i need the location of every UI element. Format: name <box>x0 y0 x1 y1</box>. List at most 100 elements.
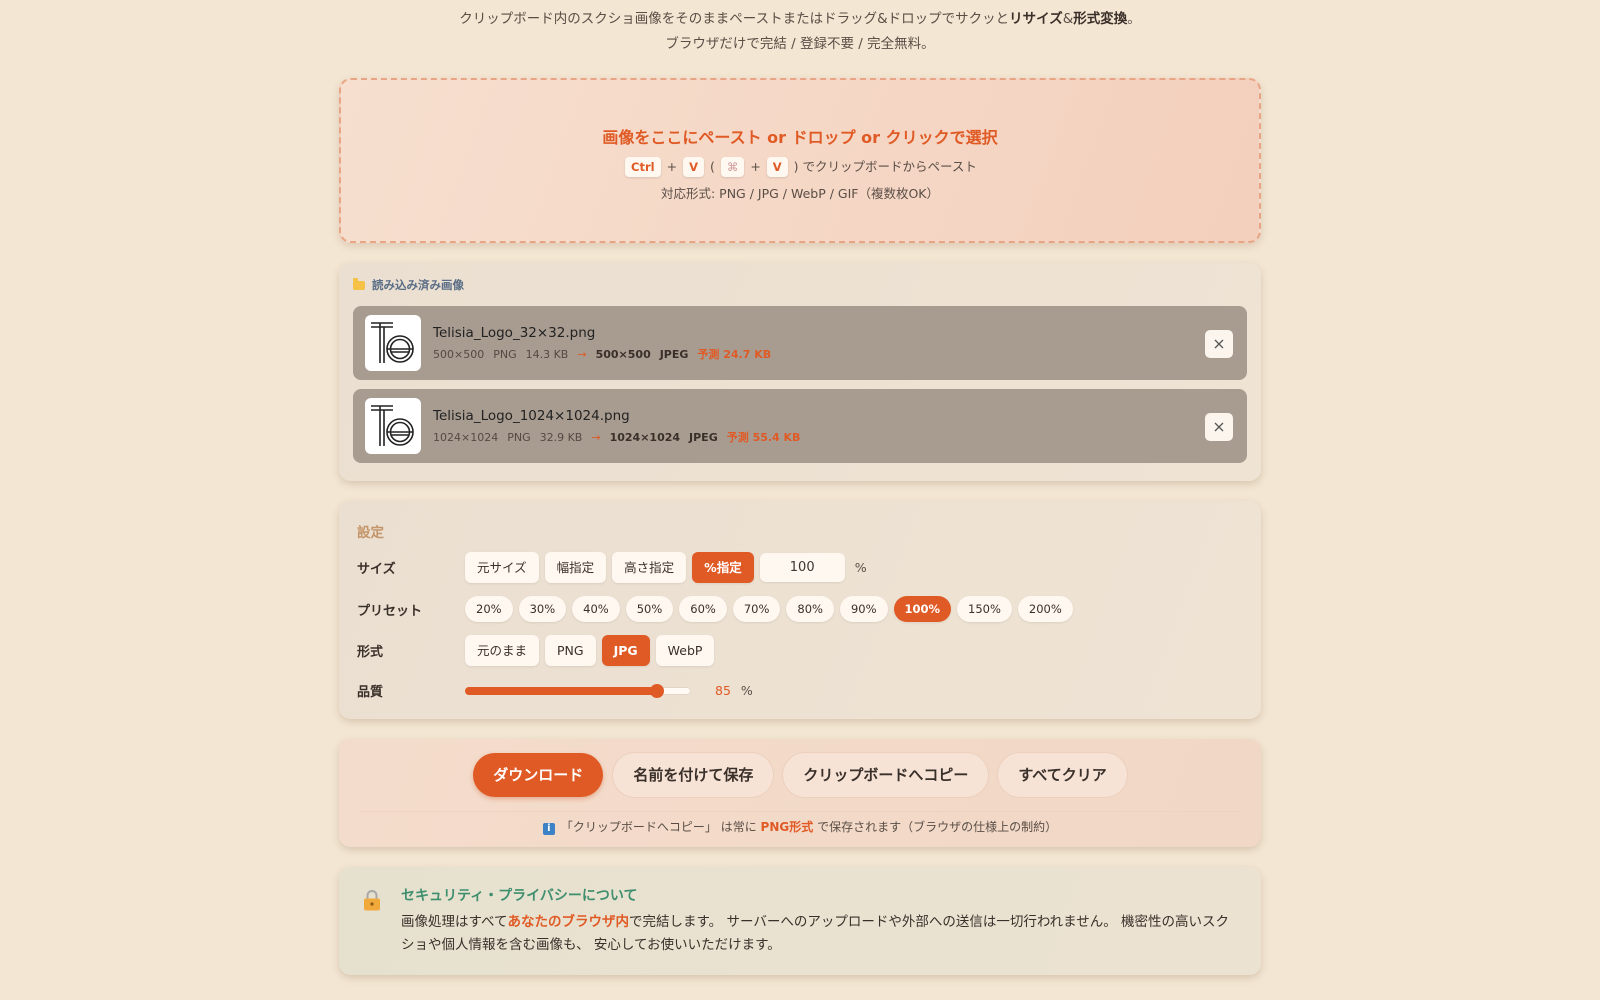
loaded-images-title: 読み込み済み画像 <box>372 278 464 292</box>
format-png-button[interactable]: PNG <box>545 635 596 666</box>
clear-all-button[interactable]: すべてクリア <box>998 753 1127 797</box>
format-jpg-button[interactable]: JPG <box>601 635 650 666</box>
copy-to-clipboard-button[interactable]: クリップボードへコピー <box>783 753 989 797</box>
note-text-pre: 「クリップボードへコピー」 は常に <box>560 820 757 834</box>
preset-label: プリセット <box>357 603 423 619</box>
clipboard-note: i 「クリップボードへコピー」 は常に PNG形式 で保存されます（ブラウザの仕様… <box>359 811 1241 835</box>
security-panel: セキュリティ・プライバシーについて 画像処理はすべてあなたのブラウザ内で完結しま… <box>339 867 1261 975</box>
note-text-post: で保存されます（ブラウザの仕様上の制約） <box>817 820 1058 834</box>
telisia-logo-icon <box>371 405 414 446</box>
intro-line-1: クリップボード内のスクショ画像をそのままペーストまたはドラッグ&ドロップでサクッ… <box>339 7 1261 32</box>
file-size: 14.3 KB <box>525 347 569 361</box>
telisia-logo-icon <box>371 322 414 363</box>
size-mode-height-button[interactable]: 高さ指定 <box>612 552 687 583</box>
file-item: Telisia_Logo_1024×1024.png 1024×1024 PNG 3… <box>353 389 1247 463</box>
key-ctrl: Ctrl <box>625 157 661 177</box>
supported-formats: 対応形式: PNG / JPG / WebP / GIF（複数枚OK） <box>660 186 940 201</box>
note-png-format: PNG形式 <box>760 820 814 834</box>
preset-30-button[interactable]: 30% <box>518 596 567 622</box>
preset-80-button[interactable]: 80% <box>786 596 834 622</box>
preset-100-button[interactable]: 100% <box>893 596 952 622</box>
quality-slider[interactable] <box>465 683 691 698</box>
output-dims: 500×500 <box>595 347 651 361</box>
intro-amp: & <box>1062 11 1074 27</box>
loaded-images-panel: 読み込み済み画像 Telisia_Logo_32×32.png 500×500 P… <box>339 263 1261 481</box>
quality-slider-fill <box>465 686 658 695</box>
file-meta: 500×500 PNG 14.3 KB → 500×500 JPEG 予測 24.7 KB <box>433 346 780 362</box>
size-percent-input[interactable]: 100 <box>759 553 845 582</box>
file-thumbnail <box>365 398 421 454</box>
file-thumbnail <box>365 315 421 371</box>
paren-close: ) <box>793 159 799 174</box>
preset-150-button[interactable]: 150% <box>957 596 1012 622</box>
quality-row: 品質 85 % <box>357 681 753 700</box>
preset-70-button[interactable]: 70% <box>732 596 781 622</box>
output-format: JPEG <box>659 347 689 361</box>
folder-icon <box>353 277 365 290</box>
file-item: Telisia_Logo_32×32.png 500×500 PNG 14.3 KB… <box>353 306 1247 380</box>
settings-panel: 設定 サイズ 元サイズ 幅指定 高さ指定 %指定 100 % プリセット 20%… <box>339 501 1261 719</box>
settings-title: 設定 <box>357 525 384 541</box>
security-body-pre: 画像処理はすべて <box>401 914 508 930</box>
preset-50-button[interactable]: 50% <box>625 596 674 622</box>
format-original-button[interactable]: 元のまま <box>465 635 540 666</box>
close-icon <box>1214 422 1224 432</box>
quality-value: 85 <box>715 683 731 698</box>
preset-20-button[interactable]: 20% <box>465 596 513 622</box>
info-icon: i <box>542 823 555 835</box>
preset-row: プリセット 20% 30% 40% 50% 60% 70% 80% 90% 10… <box>357 596 1079 622</box>
actions-panel: ダウンロード 名前を付けて保存 クリップボードへコピー すべてクリア i 「クリッ… <box>339 739 1261 847</box>
intro-bold-convert: 形式変換 <box>1073 11 1128 27</box>
file-format: PNG <box>507 430 531 444</box>
security-body-emphasis: あなたのブラウザ内 <box>507 914 630 930</box>
save-as-button[interactable]: 名前を付けて保存 <box>613 753 774 797</box>
size-mode-original-button[interactable]: 元サイズ <box>465 552 539 583</box>
remove-file-button[interactable] <box>1205 330 1233 358</box>
drop-zone-title: 画像をここにペースト or ドロップ or クリックで選択 <box>602 128 998 147</box>
security-body: 画像処理はすべてあなたのブラウザ内で完結します。 サーバーへのアップロードや外部… <box>401 911 1241 957</box>
size-mode-percent-button[interactable]: %指定 <box>692 552 754 583</box>
intro-line-1-end: 。 <box>1127 11 1141 27</box>
output-dims: 1024×1024 <box>609 430 681 444</box>
file-size: 32.9 KB <box>539 430 583 444</box>
size-mode-width-button[interactable]: 幅指定 <box>544 552 607 583</box>
remove-file-button[interactable] <box>1205 413 1233 441</box>
key-v-mac: V <box>766 157 788 177</box>
key-cmd: ⌘ <box>720 157 745 177</box>
format-row: 形式 元のまま PNG JPG WebP <box>357 635 720 666</box>
intro-text: クリップボード内のスクショ画像をそのままペーストまたはドラッグ&ドロップでサクッ… <box>339 0 1261 57</box>
arrow-right-icon: → <box>591 430 601 444</box>
quality-slider-thumb[interactable] <box>650 683 665 698</box>
lock-icon <box>364 890 380 911</box>
size-row: サイズ 元サイズ 幅指定 高さ指定 %指定 100 % <box>357 552 867 583</box>
size-label: サイズ <box>357 562 396 577</box>
action-buttons: ダウンロード 名前を付けて保存 クリップボードへコピー すべてクリア <box>339 739 1261 797</box>
key-plus: + <box>666 159 678 174</box>
drop-zone[interactable]: 画像をここにペースト or ドロップ or クリックで選択 Ctrl + V (… <box>339 78 1261 243</box>
intro-bold-resize: リサイズ <box>1009 11 1063 27</box>
preset-60-button[interactable]: 60% <box>679 596 727 622</box>
preset-90-button[interactable]: 90% <box>839 596 888 622</box>
preset-40-button[interactable]: 40% <box>572 596 620 622</box>
file-info: Telisia_Logo_1024×1024.png 1024×1024 PNG 3… <box>433 408 809 445</box>
file-meta: 1024×1024 PNG 32.9 KB → 1024×1024 JPEG 予測 55.4… <box>433 429 809 445</box>
security-title: セキュリティ・プライバシーについて <box>401 888 638 904</box>
intro-line-1-text: クリップボード内のスクショ画像をそのままペーストまたはドラッグ&ドロップでサクッ… <box>459 11 1010 27</box>
quality-label: 品質 <box>357 685 384 700</box>
close-icon <box>1214 339 1224 349</box>
file-name: Telisia_Logo_32×32.png <box>433 324 596 341</box>
loaded-images-header: 読み込み済み画像 <box>353 277 1247 293</box>
format-webp-button[interactable]: WebP <box>655 635 715 666</box>
drop-zone-shortcut: Ctrl + V ( ⌘ + V ) でクリップボードからペースト <box>341 156 1259 177</box>
format-label: 形式 <box>357 645 384 660</box>
download-button[interactable]: ダウンロード <box>473 753 604 797</box>
file-dims: 500×500 <box>433 347 485 361</box>
file-dims: 1024×1024 <box>433 430 499 444</box>
paren-open: ( <box>709 159 715 174</box>
key-v: V <box>683 157 704 177</box>
preset-200-button[interactable]: 200% <box>1017 596 1073 622</box>
file-info: Telisia_Logo_32×32.png 500×500 PNG 14.3 KB… <box>433 325 780 362</box>
intro-line-2: ブラウザだけで完結 / 登録不要 / 完全無料。 <box>665 36 935 52</box>
page: クリップボード内のスクショ画像をそのままペーストまたはドラッグ&ドロップでサクッ… <box>339 0 1261 975</box>
arrow-right-icon: → <box>577 347 587 361</box>
